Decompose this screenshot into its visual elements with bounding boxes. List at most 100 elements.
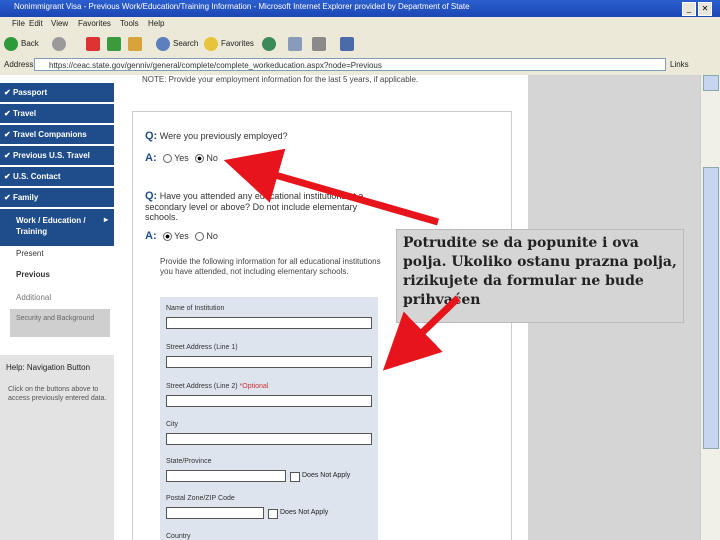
subitem-security-box[interactable]: Security and Background <box>10 309 110 337</box>
city-label: City <box>166 421 179 428</box>
q2-no-radio[interactable] <box>195 232 205 242</box>
menu-view[interactable]: View <box>51 19 68 28</box>
toolbar: Back Search Favorites <box>0 32 720 57</box>
country-label: Country <box>166 533 191 540</box>
q2-yes-radio[interactable] <box>163 232 173 242</box>
back-label: Back <box>21 39 39 48</box>
home-button[interactable] <box>128 36 145 52</box>
history-icon <box>262 36 276 51</box>
links-button[interactable]: Links <box>670 60 689 69</box>
question-1-text: Were you previously employed? <box>159 131 288 141</box>
sidebar-item-label: U.S. Contact <box>12 172 61 181</box>
state-label: State/Province <box>166 458 212 465</box>
sidebar-item-label: Travel Companions <box>12 130 87 139</box>
menu-help[interactable]: Help <box>148 19 164 28</box>
sidebar-item-label: Work / Education / Training <box>16 216 86 236</box>
education-form: Name of Institution Street Address (Line… <box>160 297 378 540</box>
search-icon <box>156 36 170 51</box>
sidebar-item-us-contact[interactable]: ✔ U.S. Contact <box>0 167 114 187</box>
subitem-additional[interactable]: Additional <box>16 293 51 302</box>
question-1: Q: Were you previously employed? <box>145 130 288 142</box>
sidebar-item-passport[interactable]: ✔ Passport <box>0 83 114 103</box>
q1-yes-radio[interactable] <box>163 154 173 164</box>
optional-tag: *Optional <box>239 383 269 390</box>
sidebar: ✔ Passport ✔ Travel ✔ Travel Companions … <box>0 75 114 540</box>
street2-label: Street Address (Line 2) *Optional <box>166 383 268 390</box>
refresh-icon <box>107 36 121 51</box>
search-button[interactable]: Search <box>156 36 198 52</box>
refresh-button[interactable] <box>107 36 124 52</box>
search-label: Search <box>173 39 199 48</box>
help-text: Click on the buttons above to access pre… <box>8 386 107 402</box>
sidebar-item-label: Previous U.S. Travel <box>12 151 90 160</box>
menu-tools[interactable]: Tools <box>120 19 139 28</box>
window-title: Nonimmigrant Visa - Previous Work/Educat… <box>14 2 470 11</box>
institution-name-input[interactable] <box>166 317 372 329</box>
address-label: Address <box>4 60 34 69</box>
answer-1: A: Yes No <box>145 152 218 164</box>
scroll-up-icon[interactable] <box>703 75 719 91</box>
star-icon <box>204 36 218 51</box>
address-input[interactable]: https://ceac.state.gov/genniv/general/co… <box>34 58 666 71</box>
subitem-present[interactable]: Present <box>16 249 44 258</box>
history-button[interactable] <box>262 36 279 52</box>
state-input[interactable] <box>166 470 286 482</box>
answer-2: A: Yes No <box>145 230 218 242</box>
chevron-right-icon: ▸ <box>103 215 108 224</box>
street1-label: Street Address (Line 1) <box>166 344 238 351</box>
postal-dna-label: Does Not Apply <box>280 509 329 516</box>
name-label: Name of Institution <box>166 305 225 312</box>
annotation-callout: Potrudite se da popunite i ova polja. Uk… <box>396 229 684 323</box>
a-marker: A: <box>145 230 157 242</box>
window-titlebar: Nonimmigrant Visa - Previous Work/Educat… <box>0 0 720 17</box>
question-2: Q: Have you attended any educational ins… <box>145 190 365 222</box>
city-input[interactable] <box>166 433 372 445</box>
state-dna-label: Does Not Apply <box>302 472 351 479</box>
question-2-text: Have you attended any educational instit… <box>145 191 364 222</box>
stop-button[interactable] <box>86 36 103 52</box>
vertical-scrollbar[interactable] <box>700 75 720 540</box>
no-label: No <box>206 231 218 241</box>
close-icon[interactable]: ✕ <box>698 2 712 16</box>
sidebar-item-travel-companions[interactable]: ✔ Travel Companions <box>0 125 114 145</box>
instructions: Provide the following information for al… <box>160 257 381 276</box>
print-icon <box>312 36 326 51</box>
sidebar-item-previous-us-travel[interactable]: ✔ Previous U.S. Travel <box>0 146 114 166</box>
postal-dna-checkbox[interactable] <box>268 509 278 519</box>
state-dna-checkbox[interactable] <box>290 472 300 482</box>
menu-file[interactable]: File <box>12 19 25 28</box>
postal-label: Postal Zone/ZIP Code <box>166 495 235 502</box>
forward-icon <box>52 36 66 51</box>
sidebar-item-family[interactable]: ✔ Family <box>0 188 114 208</box>
forward-button[interactable] <box>52 36 69 52</box>
sidebar-item-work-education[interactable]: Work / Education / Training ▸ <box>0 209 114 247</box>
menu-favorites[interactable]: Favorites <box>78 19 111 28</box>
yes-label: Yes <box>174 153 189 163</box>
scroll-thumb[interactable] <box>703 167 719 449</box>
menu-bar: File Edit View Favorites Tools Help <box>0 17 720 33</box>
mail-button[interactable] <box>288 36 305 52</box>
subitem-previous[interactable]: Previous <box>16 270 50 279</box>
no-label: No <box>206 153 218 163</box>
address-bar: Address https://ceac.state.gov/genniv/ge… <box>0 56 720 76</box>
favorites-button[interactable]: Favorites <box>204 36 254 52</box>
q-marker: Q: <box>145 130 158 142</box>
subitem-security: Security and Background <box>16 315 95 322</box>
sidebar-item-label: Travel <box>12 109 37 118</box>
street2-input[interactable] <box>166 395 372 407</box>
employment-note: NOTE: Provide your employment informatio… <box>142 75 419 84</box>
back-button[interactable]: Back <box>4 36 39 52</box>
favorites-label: Favorites <box>221 39 254 48</box>
minimize-icon[interactable]: _ <box>682 2 696 16</box>
help-panel: Help: Navigation Button Click on the but… <box>0 355 114 540</box>
sidebar-item-label: Passport <box>12 88 48 97</box>
messenger-button[interactable] <box>340 36 357 52</box>
home-icon <box>128 36 142 51</box>
postal-input[interactable] <box>166 507 264 519</box>
street1-input[interactable] <box>166 356 372 368</box>
print-button[interactable] <box>312 36 329 52</box>
menu-edit[interactable]: Edit <box>29 19 43 28</box>
a-marker: A: <box>145 152 157 164</box>
q1-no-radio[interactable] <box>195 154 205 164</box>
sidebar-item-travel[interactable]: ✔ Travel <box>0 104 114 124</box>
